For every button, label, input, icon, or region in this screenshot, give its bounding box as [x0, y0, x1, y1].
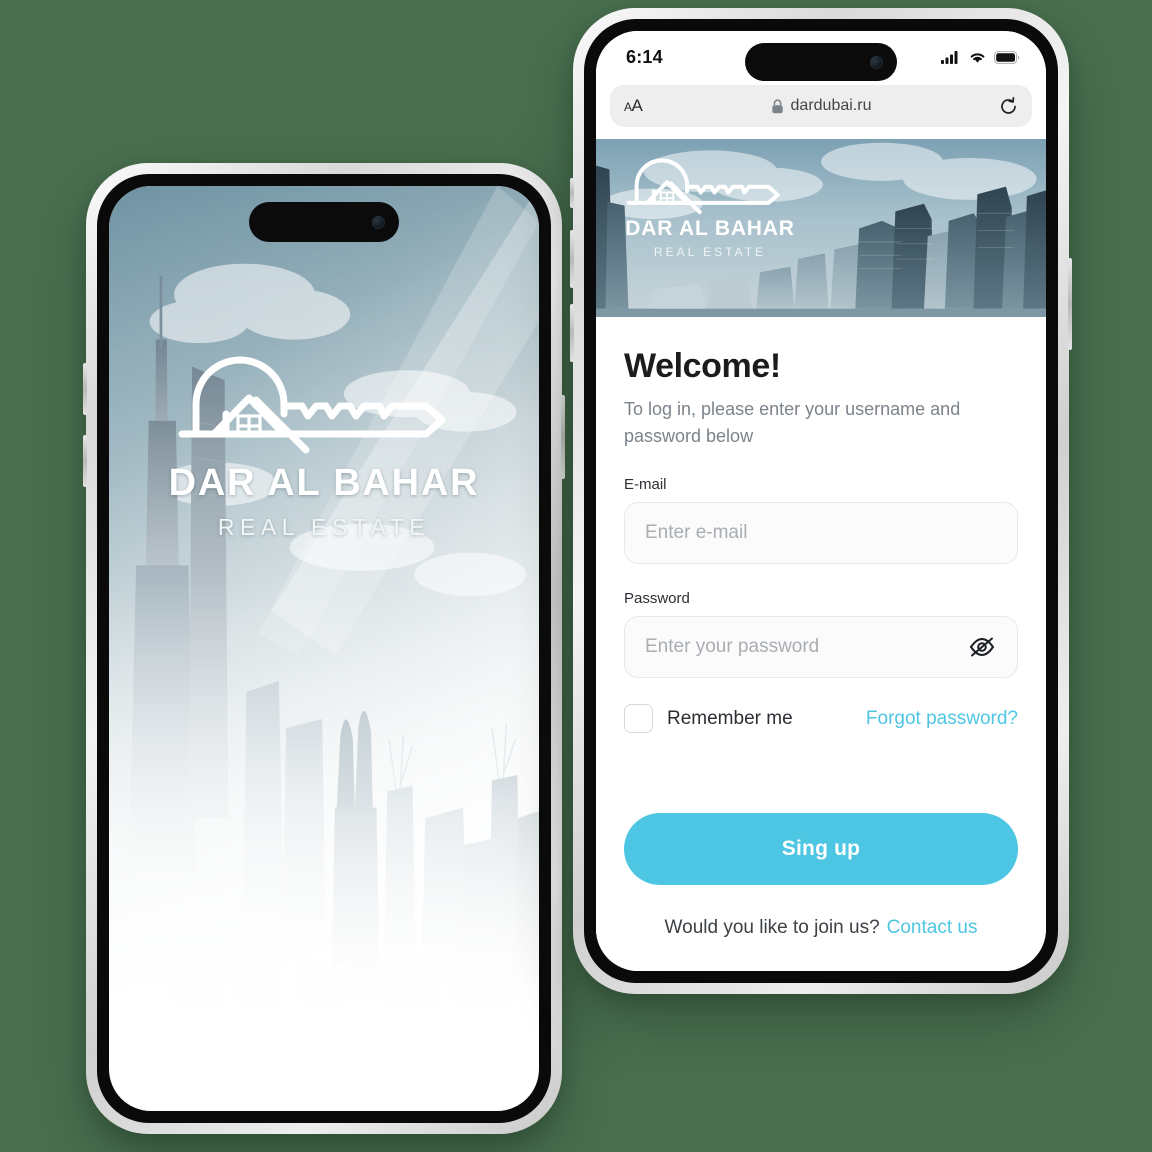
dubai-skyline-background	[109, 186, 539, 1064]
password-visibility-toggle[interactable]	[967, 635, 997, 659]
contact-us-link[interactable]: Contact us	[887, 917, 978, 939]
volume-up-button[interactable]	[570, 230, 574, 288]
splash-phone-device: DAR AL BAHAR REAL ESTATE	[83, 163, 565, 1134]
eye-off-icon	[969, 637, 995, 657]
page-subtitle: To log in, please enter your username an…	[624, 399, 961, 446]
reload-button[interactable]	[999, 96, 1018, 116]
scene: DAR AL BAHAR REAL ESTATE 6:14 AA darduba…	[0, 0, 1152, 1152]
splash-phone-bezel: DAR AL BAHAR REAL ESTATE	[97, 174, 551, 1123]
safari-toolbar: AAAA dardubai.ru	[596, 83, 1046, 139]
volume-up-button[interactable]	[83, 363, 87, 415]
battery-icon	[994, 50, 1020, 64]
submit-area: Sing up	[624, 813, 1018, 885]
remember-me-label: Remember me	[667, 707, 793, 729]
address-bar-center: dardubai.ru	[610, 97, 1032, 115]
password-field[interactable]: Enter your password	[624, 616, 1018, 678]
remember-me-checkbox[interactable]	[624, 704, 653, 733]
forgot-password-link[interactable]: Forgot password?	[866, 708, 1018, 730]
status-bar-time: 6:14	[626, 46, 663, 67]
login-form: Welcome! To log in, please enter your us…	[596, 317, 1046, 733]
front-camera-icon	[870, 55, 883, 69]
silent-switch[interactable]	[570, 178, 574, 208]
address-bar[interactable]: AAAA dardubai.ru	[610, 85, 1032, 127]
volume-down-button[interactable]	[570, 304, 574, 362]
text-size-button[interactable]: AAAA	[624, 96, 643, 116]
reload-icon	[1001, 96, 1016, 114]
email-field[interactable]: Enter e-mail	[624, 502, 1018, 564]
splash-brand-tagline: REAL ESTATE	[217, 514, 431, 540]
email-placeholder: Enter e-mail	[645, 522, 748, 543]
dar-al-bahar-key-house-logo-icon	[178, 356, 446, 454]
dynamic-island	[249, 202, 399, 242]
remember-row: Remember me Forgot password?	[624, 704, 1018, 733]
email-label: E-mail	[624, 476, 667, 493]
page-title: Welcome!	[624, 347, 781, 385]
browser-phone-device: 6:14 AA dardubai.ru DAR AL BAHAR REAL ES…	[570, 8, 1072, 994]
dynamic-island	[745, 43, 897, 81]
join-us-row: Would you like to join us? Contact us	[596, 917, 1046, 939]
splash-brand-name: DAR AL BAHAR	[168, 462, 480, 504]
status-bar-indicators	[941, 50, 1020, 64]
hero-brand-tagline: REAL ESTATE	[653, 245, 767, 260]
hero-banner: DAR AL BAHAR REAL ESTATE	[596, 137, 1046, 317]
join-us-text: Would you like to join us?	[664, 917, 880, 938]
wifi-icon	[970, 53, 985, 63]
browser-screen: 6:14 AA dardubai.ru DAR AL BAHAR REAL ES…	[596, 31, 1046, 971]
sign-up-button[interactable]: Sing up	[624, 813, 1018, 885]
lock-icon	[771, 98, 783, 113]
url-text: dardubai.ru	[790, 97, 872, 114]
volume-down-button[interactable]	[83, 435, 87, 487]
password-placeholder: Enter your password	[645, 636, 820, 657]
hero-brand-lockup: DAR AL BAHAR REAL ESTATE	[624, 157, 796, 259]
hero-brand-name: DAR AL BAHAR	[625, 217, 795, 241]
power-button[interactable]	[561, 395, 565, 479]
power-button[interactable]	[1068, 258, 1072, 350]
browser-phone-bezel: 6:14 AA dardubai.ru DAR AL BAHAR REAL ES…	[584, 19, 1058, 983]
web-content: DAR AL BAHAR REAL ESTATE Welcome! To log…	[596, 137, 1046, 971]
splash-brand-lockup: DAR AL BAHAR REAL ESTATE	[109, 354, 539, 541]
password-label: Password	[624, 590, 690, 607]
front-camera-icon	[372, 215, 385, 229]
cellular-signal-icon	[941, 51, 958, 64]
dar-al-bahar-key-house-logo-icon	[626, 158, 780, 215]
splash-screen: DAR AL BAHAR REAL ESTATE	[109, 186, 539, 1111]
